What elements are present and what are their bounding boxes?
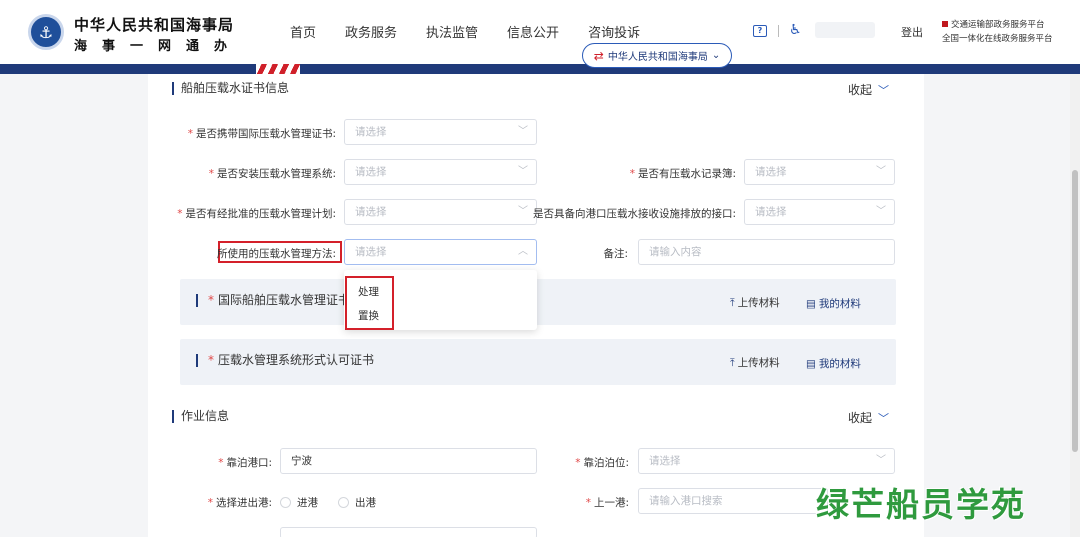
inout-label: * 选择进出港: [207,497,272,509]
radio-circle-icon [280,497,291,508]
upload-card-title: * 国际船舶压载水管理证书 [196,294,350,307]
watermark: 绿芒船员学苑 [816,485,1026,524]
method-label: 所使用的压载水管理方法: [216,248,336,260]
section-title-operation: 作业信息 [172,410,229,423]
header-navy-bar [0,64,1080,74]
department-selector[interactable]: ⇄ 中华人民共和国海事局 ⌄ [582,43,732,68]
chevron-down-icon: ﹀ [518,126,528,137]
collapse-label: 收起 [848,83,873,97]
install-system-label: * 是否安装压载水管理系统: [208,168,336,180]
port-interface-select[interactable]: 请选择 ﹀ [744,199,895,225]
nav-home[interactable]: 首页 [290,22,316,41]
radio-inbound[interactable]: 进港 [280,495,318,510]
chevron-down-icon: ⌄ [711,50,721,61]
brand-title: 中华人民共和国海事局 [74,16,235,34]
nav-info-disclosure[interactable]: 信息公开 [507,22,559,41]
chevron-down-icon: ﹀ [876,166,886,177]
record-book-label: * 是否有压载水记录簿: [629,168,736,180]
prev-port-input[interactable]: 请输入港口搜索 [638,488,828,514]
upload-materials-button[interactable]: ⤒ 上传材料 [730,355,780,370]
chevron-down-icon: ﹀ [876,455,886,466]
section-title-ballast: 船舶压载水证书信息 [172,82,289,95]
platform-links: 交通运输部政务服务平台 全国一体化在线政务服务平台 [942,18,1053,46]
chevron-down-icon: ﹀ [878,412,890,425]
msa-logo-icon: ⚓ [28,14,64,50]
upload-card-system-cert: * 压载水管理系统形式认可证书 ⤒ 上传材料 ▤ 我的材料 [180,339,896,385]
upload-icon: ⤒ [730,297,735,309]
user-name-blurred [815,22,875,38]
nav-enforcement[interactable]: 执法监管 [426,22,478,41]
chevron-up-icon: ︿ [518,246,528,257]
approved-plan-select[interactable]: 请选择 ﹀ [344,199,537,225]
port-interface-label: 是否具备向港口压载水接收设施排放的接口: [532,208,736,220]
install-system-select[interactable]: 请选择 ﹀ [344,159,537,185]
berth-position-select[interactable]: 请选择 ﹀ [638,448,895,474]
nav-services[interactable]: 政务服务 [345,22,397,41]
chevron-down-icon: ﹀ [876,206,886,217]
chevron-down-icon: ﹀ [518,206,528,217]
my-materials-button[interactable]: ▤ 我的材料 [806,296,861,311]
logout-link[interactable]: 登出 [901,24,923,40]
options-highlight [345,276,394,330]
berth-port-input[interactable]: 宁波 [280,448,537,474]
upload-icon: ⤒ [730,357,735,369]
berth-port-label: * 靠泊港口: [218,457,272,469]
header-stripe-decoration [256,64,300,74]
carry-cert-select[interactable]: 请选择 ﹀ [344,119,537,145]
remark-label: 备注: [603,248,628,260]
nav-consult-complaint[interactable]: 咨询投诉 [588,22,640,41]
help-icon[interactable]: ? [753,25,767,37]
chevron-down-icon: ﹀ [878,84,890,97]
carry-cert-label: * 是否携带国际压载水管理证书: [187,128,336,140]
accessibility-icon[interactable]: ♿ [789,22,802,38]
prev-port-label: * 上一港: [585,497,629,509]
platform-marker-icon [942,21,948,27]
remark-input[interactable]: 请输入内容 [638,239,895,265]
collapse-label: 收起 [848,411,873,425]
collapse-toggle-operation[interactable]: 收起 ﹀ [848,409,889,426]
method-select[interactable]: 请选择 ︿ [344,239,537,265]
document-list-icon: ▤ [806,358,816,370]
department-selector-label: 中华人民共和国海事局 [607,52,708,63]
swap-icon: ⇄ [593,48,604,63]
my-materials-button[interactable]: ▤ 我的材料 [806,356,861,371]
document-list-icon: ▤ [806,298,816,310]
collapse-toggle-ballast[interactable]: 收起 ﹀ [848,81,889,98]
partial-field-cutoff[interactable] [280,527,537,537]
record-book-select[interactable]: 请选择 ﹀ [744,159,895,185]
radio-outbound[interactable]: 出港 [338,495,376,510]
brand-subtitle: 海事一网通办 [74,39,243,54]
upload-materials-button[interactable]: ⤒ 上传材料 [730,295,780,310]
header-divider [778,25,779,37]
radio-circle-icon [338,497,349,508]
upload-card-title: * 压载水管理系统形式认可证书 [196,354,374,367]
chevron-down-icon: ﹀ [518,166,528,177]
berth-position-label: * 靠泊泊位: [575,457,629,469]
page-scrollbar[interactable] [1070,74,1080,537]
approved-plan-label: * 是否有经批准的压载水管理计划: [177,208,336,220]
main-nav: 首页 政务服务 执法监管 信息公开 咨询投诉 [290,22,640,41]
site-header: ⚓ 中华人民共和国海事局 海事一网通办 首页 政务服务 执法监管 信息公开 咨询… [0,0,1080,68]
platform-link-national[interactable]: 全国一体化在线政务服务平台 [942,34,1053,44]
upload-card-ballast-cert: * 国际船舶压载水管理证书 ⤒ 上传材料 ▤ 我的材料 [180,279,896,325]
scrollbar-thumb[interactable] [1072,170,1078,452]
platform-link-ministry[interactable]: 交通运输部政务服务平台 [951,20,1045,30]
